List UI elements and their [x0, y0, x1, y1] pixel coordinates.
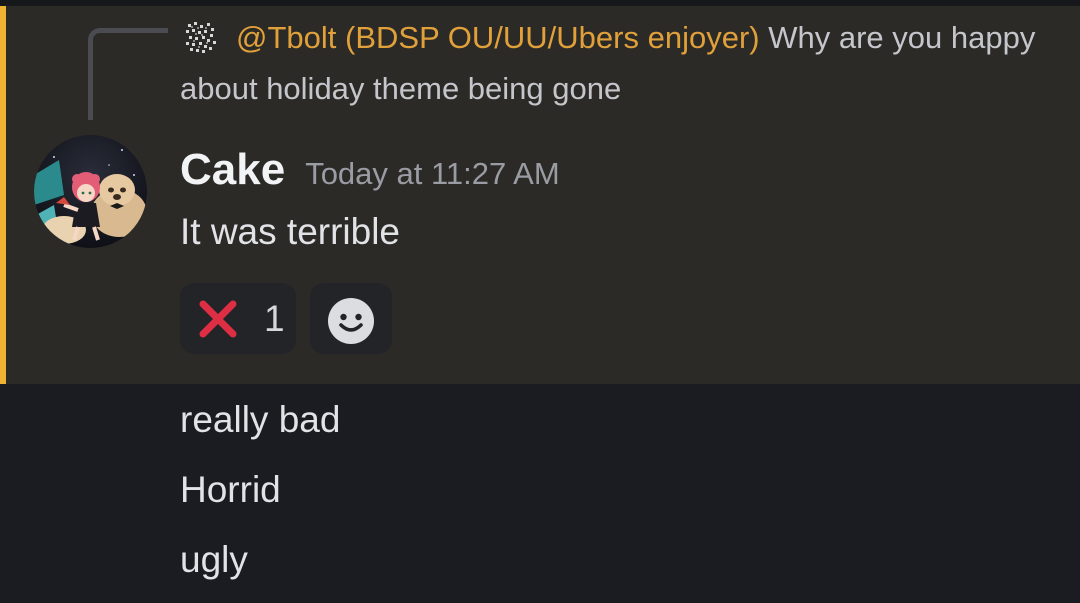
followup-message: Horrid [180, 469, 281, 510]
followup-message: really bad [180, 399, 341, 440]
reply-preview[interactable]: @Tbolt (BDSP OU/UU/Ubers enjoyer) Why ar… [180, 12, 1060, 114]
add-reaction-button[interactable] [310, 283, 392, 354]
followup-message: ugly [180, 539, 248, 580]
anime-avatar-icon[interactable] [34, 135, 147, 248]
reaction-count: 1 [264, 298, 285, 339]
message-text: It was terrible [180, 211, 401, 252]
reaction-cross-mark[interactable]: 1 [180, 283, 296, 354]
mention-highlight-bar [0, 6, 6, 384]
author-name[interactable]: Cake [180, 145, 285, 194]
cross-mark-icon [199, 300, 237, 338]
add-reaction-smile-icon [328, 298, 374, 344]
reply-connector-line [88, 28, 168, 120]
message-header: Cake Today at 11:27 AM [180, 140, 560, 200]
message-timestamp[interactable]: Today at 11:27 AM [305, 156, 559, 191]
reply-username[interactable]: @Tbolt (BDSP OU/UU/Ubers enjoyer) [236, 20, 760, 55]
